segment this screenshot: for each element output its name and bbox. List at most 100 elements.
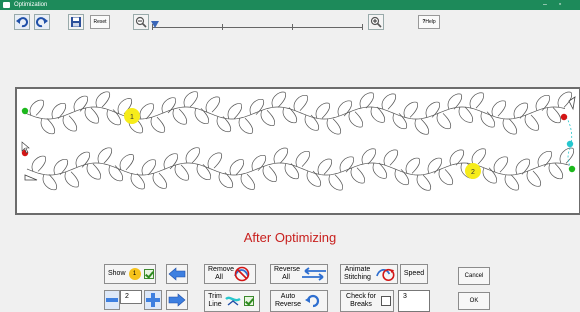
reverse-arrows-icon — [302, 267, 326, 281]
feather-leaf — [185, 147, 201, 164]
stitch-preview-canvas[interactable]: 1 2 — [15, 87, 580, 215]
remove-all-button[interactable]: Remove All — [204, 264, 256, 284]
save-button[interactable] — [68, 14, 84, 30]
feather-leaf — [207, 152, 223, 169]
feather-leaf — [42, 174, 58, 191]
feather-leaf — [524, 114, 540, 131]
feather-leaf — [438, 169, 454, 186]
arrow-left-icon — [168, 267, 186, 281]
animate-stitching-button[interactable]: Animate Stitching — [340, 264, 398, 284]
trim-line-checkbox[interactable] — [244, 296, 254, 306]
auto-reverse-icon — [305, 294, 320, 308]
speed-button[interactable]: Speed — [400, 264, 428, 284]
feather-leaf — [315, 102, 331, 119]
feather-leaf — [152, 172, 168, 189]
undo-button[interactable] — [14, 14, 30, 30]
animate-stitching-label: Animate Stitching — [344, 266, 371, 281]
feather-leaf — [414, 118, 430, 135]
connector-point-cyan[interactable] — [566, 140, 574, 148]
feather-leaf — [383, 149, 399, 166]
decrease-button[interactable] — [104, 290, 120, 310]
feather-leaf — [491, 100, 507, 117]
show-button[interactable]: Show 1 — [104, 264, 156, 284]
feather-leaf — [502, 118, 518, 135]
trim-line-button[interactable]: Trim Line — [204, 290, 260, 312]
auto-reverse-button[interactable]: Auto Reverse — [270, 290, 328, 312]
feather-leaf — [326, 118, 342, 135]
title-bar: Optimization – ▫ — [0, 0, 580, 10]
help-button[interactable]: ?Help — [418, 15, 440, 29]
feather-leaf — [227, 103, 243, 120]
zoom-out-button[interactable] — [133, 14, 149, 30]
auto-reverse-label: Auto Reverse — [274, 293, 302, 308]
maximize-button[interactable]: ▫ — [553, 0, 567, 10]
feather-leaf — [317, 158, 333, 175]
trim-line-label: Trim Line — [208, 293, 222, 308]
undo-icon — [16, 17, 28, 28]
help-label: Help — [425, 19, 436, 25]
start-point-green-right[interactable] — [568, 165, 576, 173]
feather-leaf — [172, 108, 188, 125]
previous-button[interactable] — [166, 264, 188, 284]
start-point-green-top[interactable] — [21, 107, 29, 115]
feather-leaf — [350, 167, 366, 184]
check-for-breaks-button[interactable]: Check for Breaks — [340, 290, 394, 312]
feather-leaf — [381, 93, 397, 110]
sequence-marker-2-label: 2 — [471, 169, 475, 176]
ok-button[interactable]: OK — [458, 292, 490, 310]
reverse-all-button[interactable]: Reverse All — [270, 264, 328, 284]
show-order-badge: 1 — [128, 268, 141, 280]
app-icon — [3, 2, 10, 8]
count-stepper-input[interactable]: 2 — [120, 290, 142, 304]
check-for-breaks-checkbox[interactable] — [381, 296, 391, 306]
next-button[interactable] — [166, 290, 188, 310]
minimize-button[interactable]: – — [538, 0, 552, 10]
increase-button[interactable] — [144, 290, 162, 310]
sequence-marker-1-label: 1 — [130, 114, 134, 121]
cancel-button[interactable]: Cancel — [458, 267, 490, 285]
feather-leaf — [86, 163, 102, 180]
zoom-in-button[interactable] — [368, 14, 384, 30]
feather-leaf — [361, 148, 377, 165]
feather-row-bottom — [26, 147, 575, 191]
feather-leaf — [273, 147, 289, 164]
feather-leaf — [348, 111, 364, 128]
feather-leaf — [130, 173, 146, 190]
feather-leaf — [240, 173, 256, 190]
show-label: Show — [108, 270, 126, 277]
zoom-slider-track[interactable] — [152, 27, 362, 28]
zoom-tick — [292, 24, 293, 30]
zoom-tick — [362, 24, 363, 30]
feather-leaf — [31, 155, 47, 172]
feather-leaf — [293, 94, 309, 111]
remove-all-label: Remove All — [208, 266, 235, 281]
breaks-count-field[interactable]: 3 — [398, 290, 430, 312]
feather-leaf — [328, 174, 344, 191]
zoom-slider-thumb[interactable] — [151, 21, 159, 28]
feather-leaf — [174, 164, 190, 181]
remove-all-icon — [234, 266, 250, 282]
reset-button[interactable]: Reset — [90, 15, 110, 29]
redo-button[interactable] — [34, 14, 50, 30]
end-point-red-right[interactable] — [560, 113, 568, 121]
feather-leaf — [229, 159, 245, 176]
trim-line-icon — [225, 296, 241, 306]
feather-leaf — [84, 107, 100, 124]
feather-leaf — [471, 148, 487, 165]
reverse-all-label: Reverse All — [274, 266, 301, 281]
plus-icon — [146, 293, 160, 307]
show-checkbox[interactable] — [143, 269, 154, 279]
feather-leaf — [95, 91, 111, 108]
save-icon — [71, 17, 81, 27]
feather-leaf — [141, 159, 157, 176]
check-for-breaks-label: Check for Breaks — [346, 293, 376, 308]
feather-leaf — [260, 109, 276, 126]
feather-leaf — [546, 107, 562, 124]
feather-leaf — [64, 171, 80, 188]
toolbar: Reset ?Help — [0, 10, 580, 36]
feather-leaf — [405, 157, 421, 174]
animate-icon — [375, 268, 395, 282]
feather-leaf — [403, 101, 419, 118]
minus-icon — [106, 298, 118, 302]
speed-label: Speed — [403, 270, 425, 277]
